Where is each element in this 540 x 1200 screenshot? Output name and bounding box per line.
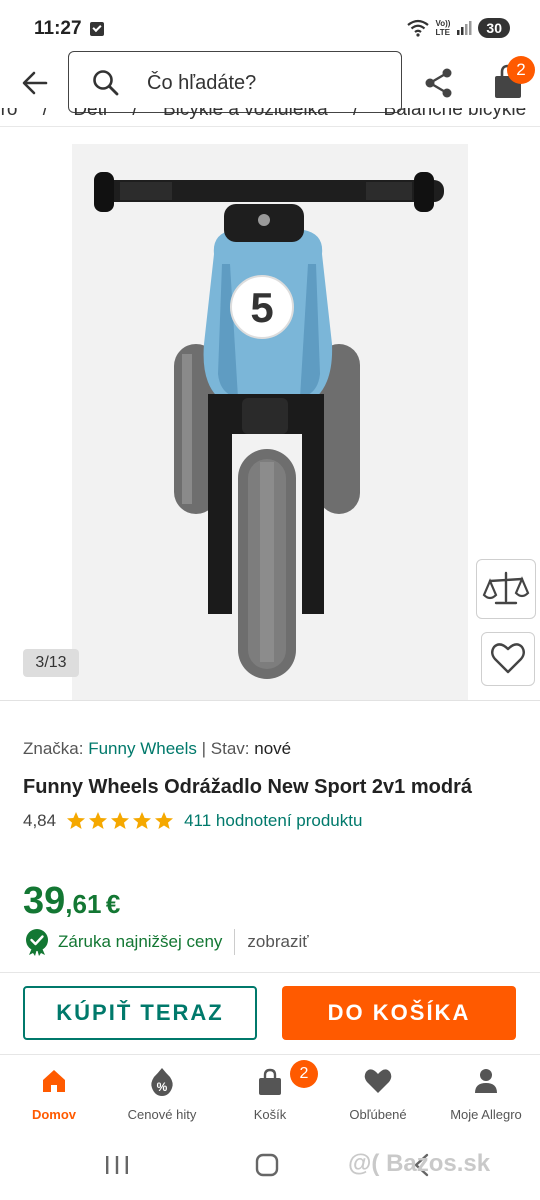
nav-item-price-hits[interactable]: % Cenové hity <box>108 1055 216 1135</box>
rating-value: 4,84 <box>23 811 57 830</box>
nav-item-my-allegro[interactable]: Moje Allegro <box>432 1055 540 1135</box>
divider <box>0 972 540 973</box>
breadcrumb-item[interactable]: Bicykle a vozidielka <box>163 108 328 120</box>
share-button[interactable] <box>422 66 456 100</box>
cart-count-badge: 2 <box>507 56 535 84</box>
star-icon <box>133 812 152 829</box>
price-currency: € <box>105 889 121 919</box>
reviews-link[interactable]: 411 hodnotení produktu <box>184 811 362 831</box>
star-icon <box>67 812 86 829</box>
nav-label: Cenové hity <box>127 1107 197 1122</box>
svg-text:%: % <box>157 1080 168 1094</box>
home-button-icon[interactable] <box>255 1153 279 1177</box>
balance-bike-picture: 5 <box>72 144 468 700</box>
percent-tag-icon: % <box>151 1068 173 1096</box>
status-icons: Vo)) LTE 30 <box>407 18 510 38</box>
star-icon <box>155 812 174 829</box>
status-bar: 11:27 Vo)) LTE 30 <box>0 0 540 58</box>
brand-link[interactable]: Funny Wheels <box>88 739 197 758</box>
volte-top: Vo)) <box>435 19 451 28</box>
home-icon <box>43 1070 65 1092</box>
price-decimal: ,61 <box>65 889 102 919</box>
nav-item-favorites[interactable]: Obľúbené <box>324 1055 432 1135</box>
person-icon <box>475 1069 497 1093</box>
state-label: | Stav: <box>201 739 250 758</box>
search-placeholder: Čo hľadáte? <box>147 72 257 94</box>
product-image[interactable]: 5 <box>72 144 468 700</box>
heart-icon <box>364 1069 392 1093</box>
breadcrumb: gro / Deti / Bicykle a vozidielka / Bala… <box>0 108 540 128</box>
buy-now-button[interactable]: KÚPIŤ TERAZ <box>23 986 257 1040</box>
breadcrumb-separator: / <box>132 108 138 120</box>
nav-label: Moje Allegro <box>450 1107 522 1122</box>
nav-label: Domov <box>31 1107 77 1122</box>
breadcrumb-separator: / <box>352 108 359 120</box>
nav-cart-badge: 2 <box>290 1060 318 1088</box>
search-input[interactable]: Čo hľadáte? <box>68 51 402 113</box>
watermark: @( Bazos.sk <box>348 1150 491 1177</box>
recent-apps-icon[interactable] <box>104 1154 130 1176</box>
signal-icon <box>457 21 472 35</box>
bottom-navigation: Domov % Cenové hity Košík Obľúbené Moje … <box>0 1054 540 1135</box>
breadcrumb-item[interactable]: gro <box>0 108 17 120</box>
rating-stars <box>66 811 174 831</box>
status-time: 11:27 <box>34 18 82 39</box>
rating-line: 4,84 411 hodnotení produktu <box>23 811 362 831</box>
share-icon <box>425 68 452 98</box>
state-value: nové <box>254 739 292 758</box>
guarantee-text: Záruka najnižšej ceny <box>58 932 223 951</box>
volte-bottom: LTE <box>435 28 450 37</box>
star-icon <box>89 812 108 829</box>
guarantee-separator <box>234 929 236 955</box>
brand-state-line: Značka: Funny Wheels | Stav: nové <box>23 739 291 759</box>
number-plate-text: 5 <box>250 284 273 331</box>
search-icon <box>93 70 119 96</box>
compare-button[interactable] <box>476 559 536 619</box>
divider <box>0 126 540 127</box>
divider <box>0 700 540 701</box>
nav-label: Košík <box>253 1107 287 1122</box>
product-title: Funny Wheels Odrážadlo New Sport 2v1 mod… <box>23 776 472 798</box>
favorite-button[interactable] <box>481 632 535 686</box>
add-to-cart-button[interactable]: DO KOŠÍKA <box>282 986 516 1040</box>
breadcrumb-item[interactable]: Balančné bicykle <box>384 108 527 120</box>
wifi-icon <box>407 19 430 37</box>
price-guarantee: Záruka najnižšej ceny zobraziť <box>24 928 309 956</box>
notification-icon <box>90 22 104 36</box>
bag-icon <box>259 1068 281 1095</box>
image-counter: 3/13 <box>23 649 79 677</box>
breadcrumb-item[interactable]: Deti <box>73 108 107 120</box>
nav-label: Obľúbené <box>349 1107 407 1122</box>
price: 39,61 € <box>23 880 120 923</box>
price-integer: 39 <box>23 880 66 922</box>
star-icon <box>111 812 130 829</box>
scale-icon <box>482 571 530 605</box>
volte-indicator: Vo)) LTE <box>435 19 450 37</box>
breadcrumb-separator: / <box>42 108 49 120</box>
arrow-left-icon <box>22 71 48 95</box>
battery-indicator: 30 <box>478 18 510 38</box>
brand-label: Značka: <box>23 739 84 758</box>
guarantee-badge-icon <box>26 929 48 956</box>
back-button[interactable] <box>18 66 52 100</box>
heart-outline-icon <box>491 643 525 674</box>
nav-item-home[interactable]: Domov <box>0 1055 108 1135</box>
guarantee-show-link[interactable]: zobraziť <box>247 932 308 952</box>
